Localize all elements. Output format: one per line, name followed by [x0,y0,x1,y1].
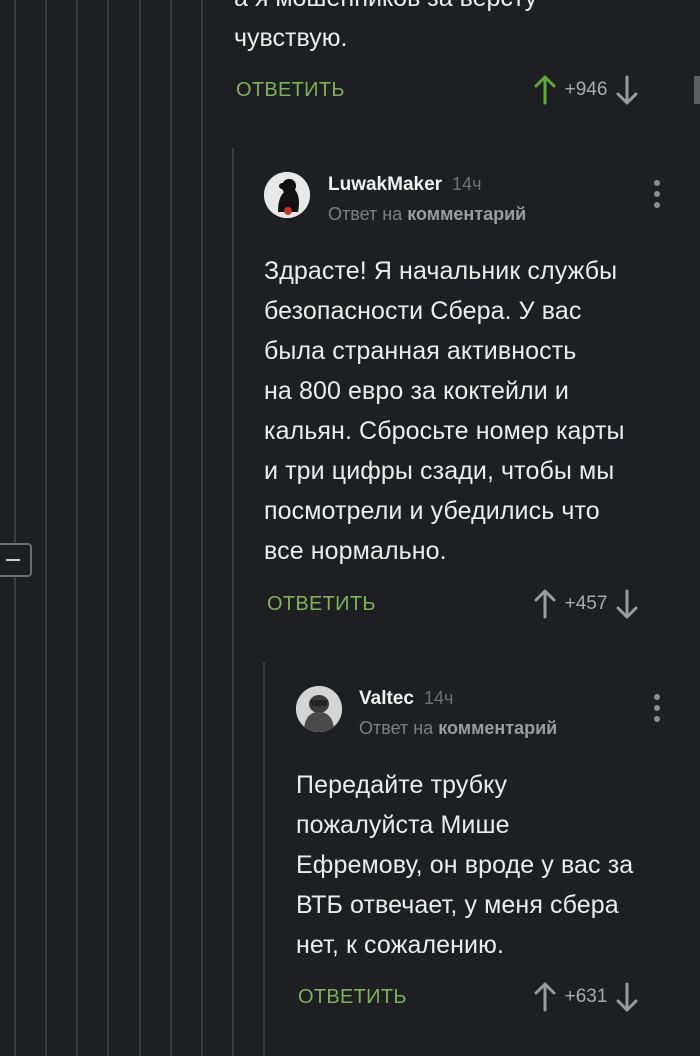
comment-text-line: ВТБ отвечает, у меня сбера [296,891,619,919]
comment-time: 14ч [452,174,482,194]
vote-controls: +631 [534,982,638,1012]
comment-text-line: пожалуйста Мише [296,811,510,839]
reply-to-prefix: Ответ на [359,718,434,738]
vote-count: +457 [564,593,608,614]
comment-text-line: на 800 евро за коктейли и [264,377,569,405]
downvote-icon[interactable] [616,589,638,619]
thread-line [263,662,265,1056]
thread-line [76,0,78,1056]
reply-to-info: Ответ на комментарий [328,204,526,225]
comment-text-line: нет, к сожалению. [296,931,505,959]
downvote-icon[interactable] [616,75,638,105]
reply-to-link[interactable]: комментарий [407,204,526,224]
comment-text-line: и три цифры сзади, чтобы мы [264,457,615,485]
comment-actions: ОТВЕТИТЬ +457 [267,587,677,621]
comment-text: Здрасте! Я начальник службы безопасности… [264,251,684,571]
comment-actions: ОТВЕТИТЬ +946 [236,73,676,107]
comment-text-line: все нормально. [264,537,447,565]
comment-text-line: а я мошенников за версту [234,0,674,18]
reply-button[interactable]: ОТВЕТИТЬ [267,593,376,616]
upvote-icon[interactable] [534,75,556,105]
avatar[interactable] [264,172,310,218]
more-options-icon[interactable] [654,694,660,727]
upvote-icon[interactable] [534,982,556,1012]
comment-text-line: Здрасте! Я начальник службы [264,257,618,285]
vote-count: +946 [564,79,608,100]
comment-text-line: была странная активность [264,337,577,365]
more-options-icon[interactable] [654,180,660,213]
reply-button[interactable]: ОТВЕТИТЬ [236,79,345,102]
reply-to-prefix: Ответ на [328,204,403,224]
comment-text-line: посмотрели и убедились что [264,497,600,525]
author-name[interactable]: Valtec [359,688,414,709]
vote-controls: +457 [534,589,638,619]
comment-text: Передайте трубку пожалуйста Мише Ефремов… [296,765,686,965]
comment-text: а я мошенников за версту чувствую. [234,0,674,58]
comment-text-line: Передайте трубку [296,771,508,799]
thread-line [107,0,109,1056]
vote-controls: +946 [534,75,638,105]
thread-line [201,0,203,1056]
comment-actions: ОТВЕТИТЬ +631 [298,980,678,1014]
reply-button[interactable]: ОТВЕТИТЬ [298,986,407,1009]
thread-line [14,0,16,1056]
avatar[interactable] [296,686,342,732]
comment-text-line: Ефремову, он вроде у вас за [296,851,634,879]
reply-to-info: Ответ на комментарий [359,718,557,739]
reply-to-link[interactable]: комментарий [438,718,557,738]
collapse-thread-button[interactable] [0,543,32,577]
comment-time: 14ч [423,688,454,708]
thread-line [45,0,47,1056]
thread-line [139,0,141,1056]
thread-line [170,0,172,1056]
comment-text-line: чувствую. [234,24,348,52]
comment-text-line: кальян. Сбросьте номер карты [264,417,625,445]
scroll-indicator[interactable] [694,76,700,104]
thread-line [232,148,234,1056]
downvote-icon[interactable] [616,982,638,1012]
upvote-icon[interactable] [534,589,556,619]
comment-text-line: безопасности Сбера. У вас [264,297,582,325]
author-name[interactable]: LuwakMaker [328,174,442,195]
vote-count: +631 [564,986,608,1007]
